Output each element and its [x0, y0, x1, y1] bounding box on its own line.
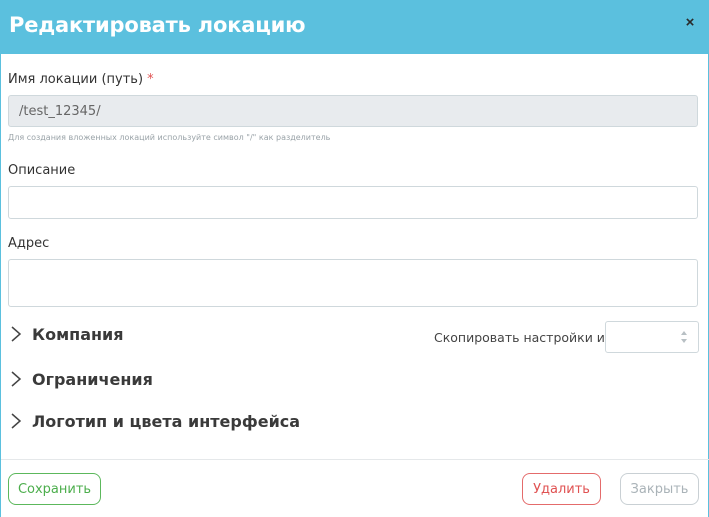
sort-arrows-icon: [681, 331, 687, 343]
location-name-field[interactable]: [8, 95, 698, 127]
address-label: Адрес: [8, 236, 50, 251]
location-name-hint: Для создания вложенных локаций используй…: [8, 133, 331, 142]
description-field[interactable]: [8, 186, 698, 219]
section-logo-colors-title: Логотип и цвета интерфейса: [32, 411, 301, 431]
description-label: Описание: [8, 163, 76, 178]
modal-header: Редактировать локацию ×: [1, 0, 709, 54]
footer-divider: [1, 459, 709, 460]
close-icon[interactable]: ×: [682, 14, 698, 32]
location-name-label-text: Имя локации (путь): [8, 72, 144, 87]
edit-location-modal: Редактировать локацию × Имя локации (пут…: [0, 0, 709, 517]
section-company[interactable]: Компания: [9, 322, 124, 346]
copy-settings-select[interactable]: [605, 321, 699, 353]
section-company-title: Компания: [32, 324, 124, 344]
section-limits[interactable]: Ограничения: [9, 367, 153, 391]
section-limits-title: Ограничения: [32, 369, 153, 389]
copy-settings-label: Скопировать настройки из: [434, 330, 612, 345]
required-mark: *: [147, 72, 154, 87]
close-button[interactable]: Закрыть: [620, 473, 699, 505]
delete-button[interactable]: Удалить: [522, 473, 601, 505]
modal-title: Редактировать локацию: [9, 13, 306, 37]
chevron-right-icon: [11, 413, 22, 429]
chevron-right-icon: [11, 326, 22, 342]
location-name-label: Имя локации (путь) *: [8, 72, 154, 87]
address-field[interactable]: [8, 259, 698, 307]
chevron-right-icon: [11, 371, 22, 387]
section-logo-colors[interactable]: Логотип и цвета интерфейса: [9, 409, 300, 433]
save-button[interactable]: Сохранить: [8, 473, 101, 505]
